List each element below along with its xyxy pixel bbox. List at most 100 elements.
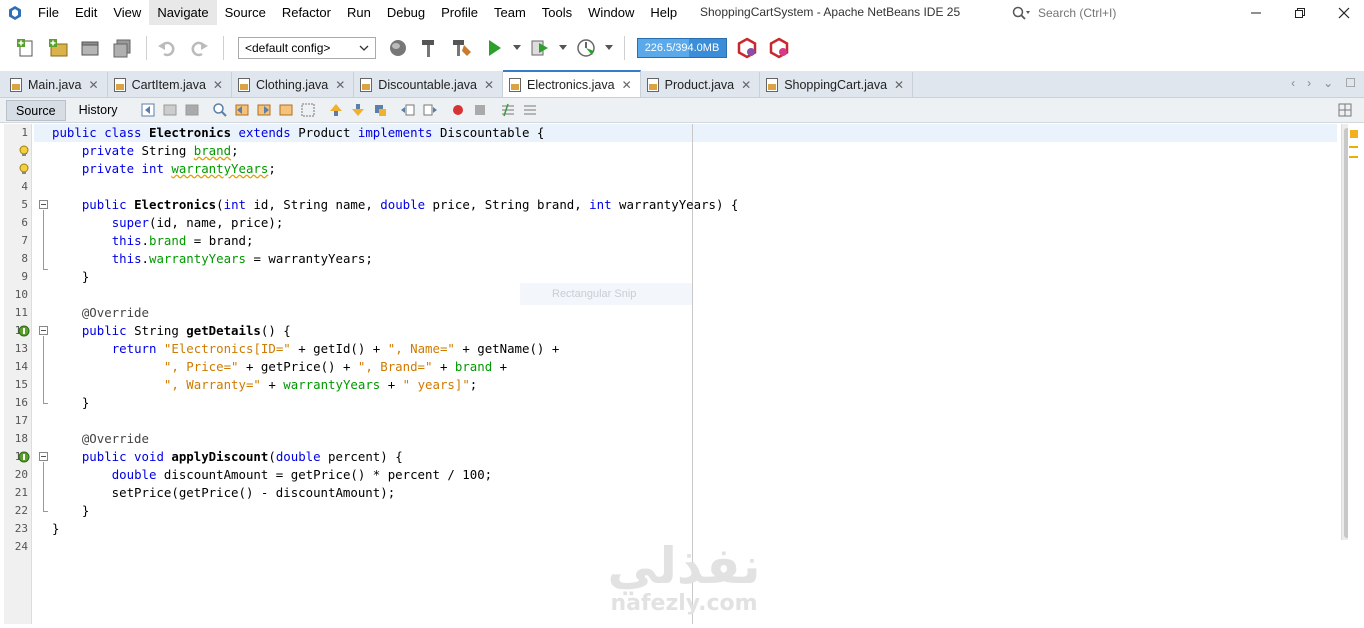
redo-icon[interactable] [185,34,213,62]
override-marker-icon[interactable] [18,451,30,463]
tab-clothing-java[interactable]: Clothing.java ✕ [231,72,355,97]
code-token: = brand; [186,233,254,248]
uncomment-icon[interactable] [521,101,539,119]
profile-icon[interactable] [572,34,600,62]
close-tab-icon[interactable]: ✕ [741,78,751,92]
close-tab-icon[interactable]: ✕ [894,78,904,92]
prev-bookmark-icon[interactable] [327,101,345,119]
search-icon[interactable] [1012,6,1034,20]
menu-debug[interactable]: Debug [379,0,433,25]
chevron-down-icon[interactable]: ⌄ [1323,76,1333,90]
menu-refactor[interactable]: Refactor [274,0,339,25]
profile-dropdown-icon[interactable] [604,34,614,62]
tab-discountable-java[interactable]: Discountable.java ✕ [354,72,504,97]
toggle-highlight-icon[interactable] [299,101,317,119]
warning-mark[interactable] [1349,146,1358,148]
chevron-right-icon[interactable]: › [1307,76,1311,90]
source-tab[interactable]: Source [6,99,66,121]
open-project-icon[interactable] [76,34,104,62]
close-tab-icon[interactable]: ✕ [622,78,632,92]
history-tab[interactable]: History [70,100,127,121]
stop-macro-icon[interactable] [471,101,489,119]
menu-edit[interactable]: Edit [67,0,105,25]
build-icon[interactable] [416,34,444,62]
find-icon[interactable] [211,101,229,119]
tab-main-java[interactable]: Main.java ✕ [4,72,108,97]
error-stripe[interactable] [1348,124,1360,624]
menu-file[interactable]: File [30,0,67,25]
code-line: } [52,502,89,520]
code-token: double [275,449,321,464]
plugin-icon[interactable] [765,34,793,62]
menu-view[interactable]: View [105,0,149,25]
comment-icon[interactable] [499,101,517,119]
warning-summary-icon[interactable] [1350,130,1358,138]
close-tab-icon[interactable]: ✕ [335,78,345,92]
close-tab-icon[interactable]: ✕ [484,78,494,92]
java-file-icon [509,77,522,92]
find-selection-icon[interactable] [277,101,295,119]
start-macro-icon[interactable] [449,101,467,119]
tab-shoppingcart-java[interactable]: ShoppingCart.java ✕ [760,72,914,97]
menu-team[interactable]: Team [486,0,534,25]
run-dropdown-icon[interactable] [512,34,522,62]
fold-toggle-icon[interactable] [39,326,48,335]
tab-product-java[interactable]: Product.java ✕ [640,72,761,97]
globe-icon[interactable] [384,34,412,62]
search-input[interactable] [1034,3,1226,22]
shift-left-icon[interactable] [399,101,417,119]
code-token: + [380,377,403,392]
toggle-bookmark-icon[interactable] [371,101,389,119]
find-previous-icon[interactable] [233,101,251,119]
split-editor-icon[interactable] [1336,101,1354,119]
minimize-button[interactable] [1236,0,1276,25]
config-select[interactable]: <default config> [238,37,376,59]
line-number: 11 [14,306,28,319]
fold-toggle-icon[interactable] [39,200,48,209]
restore-button[interactable] [1280,0,1320,25]
menu-source[interactable]: Source [217,0,274,25]
code-token: Electronics [134,197,217,212]
fold-toggle-icon[interactable] [39,452,48,461]
run-icon[interactable] [480,34,508,62]
tab-electronics-java[interactable]: Electronics.java ✕ [503,70,641,97]
menu-tools[interactable]: Tools [534,0,580,25]
warning-mark[interactable] [1349,156,1358,158]
menu-profile[interactable]: Profile [433,0,486,25]
next-bookmark-icon[interactable] [349,101,367,119]
code-line: } [52,394,89,412]
forward-icon[interactable] [183,101,201,119]
clean-build-icon[interactable] [448,34,476,62]
quick-search[interactable] [1012,3,1230,22]
last-edit-icon[interactable] [139,101,157,119]
debug-dropdown-icon[interactable] [558,34,568,62]
override-marker-icon[interactable] [18,325,30,337]
gc-icon[interactable] [733,34,761,62]
menu-window[interactable]: Window [580,0,642,25]
lightbulb-hint-icon[interactable] [18,145,30,157]
new-project-icon[interactable] [44,34,72,62]
line-number-gutter[interactable]: 1 2 3 4 5 6 7 8 9 10 11 12 13 14 15 16 1… [4,124,32,624]
menu-run[interactable]: Run [339,0,379,25]
code-token: "Electronics[ID=" [163,341,291,356]
debug-icon[interactable] [526,34,554,62]
shift-right-icon[interactable] [421,101,439,119]
code-token: brand [149,233,187,248]
close-window-button[interactable] [1324,0,1364,25]
menu-navigate[interactable]: Navigate [149,0,217,25]
tab-label: Clothing.java [255,77,329,92]
chevron-left-icon[interactable]: ‹ [1291,76,1295,90]
save-all-icon[interactable] [108,34,136,62]
maximize-icon[interactable]: ☐ [1345,76,1356,90]
menu-help[interactable]: Help [642,0,685,25]
tab-cartitem-java[interactable]: CartItem.java ✕ [107,72,232,97]
find-next-icon[interactable] [255,101,273,119]
memory-usage-bar[interactable]: 226.5/394.0MB [637,38,727,58]
close-tab-icon[interactable]: ✕ [89,78,99,92]
close-tab-icon[interactable]: ✕ [213,78,223,92]
back-icon[interactable] [161,101,179,119]
new-file-icon[interactable] [12,34,40,62]
chevron-down-icon [359,45,369,51]
undo-icon[interactable] [153,34,181,62]
lightbulb-hint-icon[interactable] [18,163,30,175]
